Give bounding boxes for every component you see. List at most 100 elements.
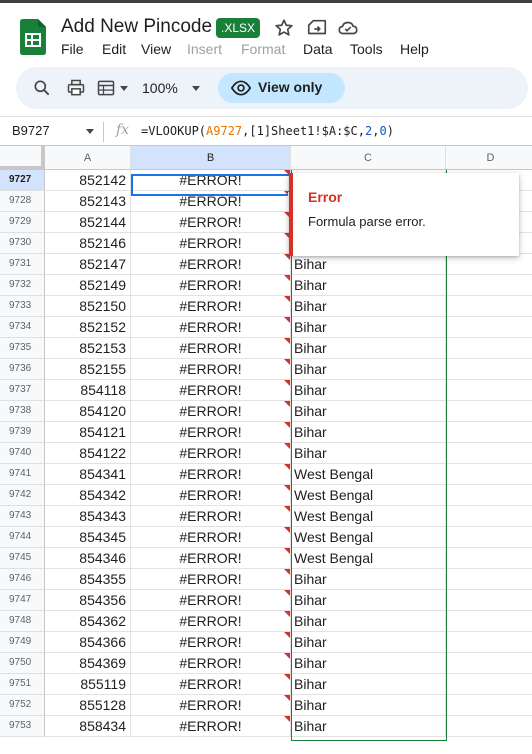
error-indicator-icon[interactable] <box>284 653 290 659</box>
cell-b[interactable]: #ERROR! <box>131 506 291 527</box>
cell-a[interactable]: 854121 <box>45 422 131 443</box>
cell-c[interactable]: Bihar <box>291 254 446 275</box>
cell-b[interactable]: #ERROR! <box>131 443 291 464</box>
cell-c[interactable]: Bihar <box>291 296 446 317</box>
cell-a[interactable]: 854355 <box>45 569 131 590</box>
cell-a[interactable]: 854345 <box>45 527 131 548</box>
cell-a[interactable]: 854356 <box>45 590 131 611</box>
row-header[interactable]: 9741 <box>0 464 45 485</box>
cell-b[interactable]: #ERROR! <box>131 716 291 737</box>
row-header[interactable]: 9746 <box>0 569 45 590</box>
row-header[interactable]: 9739 <box>0 422 45 443</box>
cell-c[interactable]: Bihar <box>291 632 446 653</box>
cell-b[interactable]: #ERROR! <box>131 590 291 611</box>
row-header[interactable]: 9736 <box>0 359 45 380</box>
cell-a[interactable]: 854362 <box>45 611 131 632</box>
cell-a[interactable]: 855119 <box>45 674 131 695</box>
cell-c[interactable]: West Bengal <box>291 485 446 506</box>
cell-a[interactable]: 855128 <box>45 695 131 716</box>
error-indicator-icon[interactable] <box>284 359 290 365</box>
row-header[interactable]: 9729 <box>0 212 45 233</box>
cell-a[interactable]: 852147 <box>45 254 131 275</box>
cell-d[interactable] <box>446 254 532 275</box>
cell-b[interactable]: #ERROR! <box>131 674 291 695</box>
cell-c[interactable]: Bihar <box>291 338 446 359</box>
row-header[interactable]: 9737 <box>0 380 45 401</box>
cell-a[interactable]: 852150 <box>45 296 131 317</box>
row-header[interactable]: 9734 <box>0 317 45 338</box>
menu-view[interactable]: View <box>141 41 171 57</box>
error-indicator-icon[interactable] <box>284 401 290 407</box>
error-indicator-icon[interactable] <box>284 338 290 344</box>
view-only-button[interactable]: View only <box>218 73 345 103</box>
cell-a[interactable]: 852146 <box>45 233 131 254</box>
cell-a[interactable]: 854120 <box>45 401 131 422</box>
cell-a[interactable]: 854118 <box>45 380 131 401</box>
error-indicator-icon[interactable] <box>284 527 290 533</box>
cell-a[interactable]: 854366 <box>45 632 131 653</box>
cell-c[interactable]: Bihar <box>291 590 446 611</box>
cell-c[interactable]: Bihar <box>291 611 446 632</box>
error-indicator-icon[interactable] <box>284 716 290 722</box>
cell-b[interactable]: #ERROR! <box>131 275 291 296</box>
column-header-a[interactable]: A <box>45 146 131 170</box>
cell-c[interactable]: Bihar <box>291 380 446 401</box>
cell-b[interactable]: #ERROR! <box>131 422 291 443</box>
row-header[interactable]: 9740 <box>0 443 45 464</box>
cell-a[interactable]: 852149 <box>45 275 131 296</box>
cell-a[interactable]: 852152 <box>45 317 131 338</box>
cell-a[interactable]: 854346 <box>45 548 131 569</box>
row-header[interactable]: 9748 <box>0 611 45 632</box>
sheets-logo-icon[interactable] <box>20 19 46 55</box>
error-indicator-icon[interactable] <box>284 695 290 701</box>
cell-b[interactable]: #ERROR! <box>131 296 291 317</box>
cell-b[interactable]: #ERROR! <box>131 653 291 674</box>
cell-d[interactable] <box>446 695 532 716</box>
cell-c[interactable]: Bihar <box>291 359 446 380</box>
cell-c[interactable]: Bihar <box>291 653 446 674</box>
cell-b[interactable]: #ERROR! <box>131 191 291 212</box>
row-header[interactable]: 9745 <box>0 548 45 569</box>
error-indicator-icon[interactable] <box>284 674 290 680</box>
cell-b[interactable]: #ERROR! <box>131 254 291 275</box>
format-icon[interactable] <box>96 78 116 98</box>
cell-b[interactable]: #ERROR! <box>131 359 291 380</box>
column-header-b[interactable]: B <box>131 146 291 170</box>
cell-d[interactable] <box>446 485 532 506</box>
cell-a[interactable]: 852143 <box>45 191 131 212</box>
error-indicator-icon[interactable] <box>284 275 290 281</box>
cell-b[interactable]: #ERROR! <box>131 527 291 548</box>
cell-d[interactable] <box>446 590 532 611</box>
zoom-caret-icon[interactable] <box>192 86 200 91</box>
cell-d[interactable] <box>446 653 532 674</box>
cell-d[interactable] <box>446 443 532 464</box>
cell-c[interactable]: Bihar <box>291 422 446 443</box>
cell-d[interactable] <box>446 275 532 296</box>
row-header[interactable]: 9750 <box>0 653 45 674</box>
cell-d[interactable] <box>446 569 532 590</box>
cell-a[interactable]: 854343 <box>45 506 131 527</box>
name-box-caret-icon[interactable] <box>86 129 94 134</box>
cell-c[interactable]: West Bengal <box>291 527 446 548</box>
row-header[interactable]: 9731 <box>0 254 45 275</box>
error-indicator-icon[interactable] <box>284 443 290 449</box>
menu-data[interactable]: Data <box>303 41 333 57</box>
cell-c[interactable]: Bihar <box>291 275 446 296</box>
cell-d[interactable] <box>446 611 532 632</box>
row-header[interactable]: 9753 <box>0 716 45 737</box>
row-header[interactable]: 9751 <box>0 674 45 695</box>
row-header[interactable]: 9742 <box>0 485 45 506</box>
row-header[interactable]: 9738 <box>0 401 45 422</box>
cell-d[interactable] <box>446 464 532 485</box>
cell-d[interactable] <box>446 380 532 401</box>
error-indicator-icon[interactable] <box>284 296 290 302</box>
cell-c[interactable]: Bihar <box>291 443 446 464</box>
star-icon[interactable] <box>273 17 295 39</box>
move-icon[interactable] <box>306 17 328 39</box>
cell-d[interactable] <box>446 359 532 380</box>
formula-input[interactable]: =VLOOKUP(A9727,[1]Sheet1!$A:$C,2,0) <box>141 124 394 138</box>
error-indicator-icon[interactable] <box>284 317 290 323</box>
cell-b[interactable]: #ERROR! <box>131 380 291 401</box>
search-icon[interactable] <box>32 78 52 98</box>
error-indicator-icon[interactable] <box>284 422 290 428</box>
